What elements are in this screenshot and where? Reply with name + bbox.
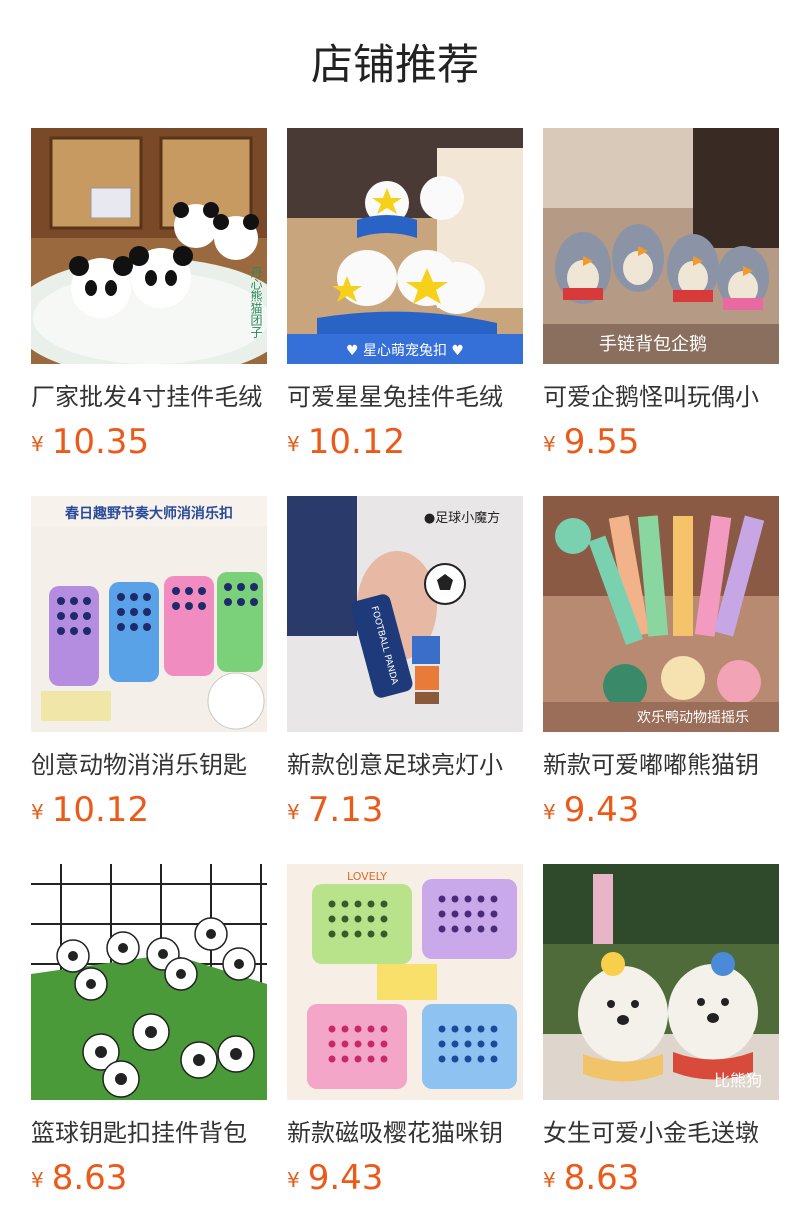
currency-symbol: ¥ xyxy=(287,1168,300,1192)
product-title[interactable]: 女生可爱小金毛送墩 xyxy=(543,1116,779,1150)
price-amount: 8.63 xyxy=(563,1158,640,1198)
product-price: ¥9.43 xyxy=(543,788,779,832)
product-image[interactable]: 春日趣野节奏大师消消乐扣 xyxy=(31,496,267,732)
product-price: ¥9.55 xyxy=(543,420,779,464)
product-image[interactable]: 比熊狗 xyxy=(543,864,779,1100)
product-title[interactable]: 篮球钥匙扣挂件背包 xyxy=(31,1116,267,1150)
product-image-caption: 春日趣野节奏大师消消乐扣 xyxy=(64,505,233,522)
product-image[interactable]: 欢乐鸭动物摇摇乐 xyxy=(543,496,779,732)
product-image-caption: 丹心熊猫团子 xyxy=(249,266,263,338)
price-amount: 9.55 xyxy=(563,422,640,462)
product-image[interactable]: ♥ 星心萌宠兔扣 ♥ xyxy=(287,128,523,364)
product-image-caption: ♥ 星心萌宠兔扣 ♥ xyxy=(346,343,464,359)
product-image-caption: 手链背包企鹅 xyxy=(599,334,707,355)
product-card[interactable]: 春日趣野节奏大师消消乐扣 创意动物消消乐钥匙 ¥ 10.12 xyxy=(31,496,267,864)
product-card[interactable]: 比熊狗 女生可爱小金毛送墩 ¥8.63 xyxy=(543,864,779,1232)
price-amount: 9.43 xyxy=(563,790,640,830)
product-price: ¥10.35 xyxy=(31,420,267,464)
product-card[interactable]: 手链背包企鹅 可爱企鹅怪叫玩偶小 ¥9.55 xyxy=(543,128,779,496)
product-price: ¥10.12 xyxy=(287,420,523,464)
product-price: ¥10.12 xyxy=(31,788,267,832)
product-card[interactable]: LOVELY 新款磁吸樱花猫咪钥 ¥9.43 xyxy=(287,864,523,1232)
product-price: ¥9.43 xyxy=(287,1156,523,1200)
product-title[interactable]: 新款创意足球亮灯小 xyxy=(287,748,523,782)
product-card[interactable]: ♥ 星心萌宠兔扣 ♥ 可爱星星兔挂件毛绒 ¥10.12 xyxy=(287,128,523,496)
product-title[interactable]: 创意动物消消乐钥匙 xyxy=(31,748,267,782)
product-image-caption: ●足球小魔方 xyxy=(424,510,500,526)
page-title: 店铺推荐 xyxy=(310,40,479,89)
product-image-caption: LOVELY xyxy=(347,870,387,883)
currency-symbol: ¥ xyxy=(543,432,556,456)
product-card[interactable]: 篮球钥匙扣挂件背包 ¥8.63 xyxy=(31,864,267,1232)
price-amount: 9.43 xyxy=(307,1158,384,1198)
product-card[interactable]: 欢乐鸭动物摇摇乐 新款可爱嘟嘟熊猫钥 ¥9.43 xyxy=(543,496,779,864)
product-image[interactable] xyxy=(31,864,267,1100)
product-image[interactable]: FOOTBALL PANDA ●足球小魔方 xyxy=(287,496,523,732)
price-amount: 7.13 xyxy=(307,790,384,830)
product-title[interactable]: 厂家批发4寸挂件毛绒 xyxy=(31,380,267,414)
currency-symbol: ¥ xyxy=(31,1168,44,1192)
currency-symbol: ¥ xyxy=(31,432,44,456)
currency-symbol: ¥ xyxy=(287,432,300,456)
product-price: ¥8.63 xyxy=(543,1156,779,1200)
product-image-caption: 欢乐鸭动物摇摇乐 xyxy=(637,710,749,726)
currency-symbol: ¥ xyxy=(287,800,300,824)
price-amount: 10.12 xyxy=(51,790,150,830)
price-amount: 10.35 xyxy=(51,422,150,462)
price-amount: 10.12 xyxy=(307,422,406,462)
product-card[interactable]: 丹心熊猫团子 厂家批发4寸挂件毛绒 ¥10.35 xyxy=(31,128,267,496)
product-image[interactable]: 丹心熊猫团子 xyxy=(31,128,267,364)
product-price: ¥8.63 xyxy=(31,1156,267,1200)
product-price: ¥7.13 xyxy=(287,788,523,832)
product-title[interactable]: 可爱企鹅怪叫玩偶小 xyxy=(543,380,779,414)
product-card[interactable]: FOOTBALL PANDA ●足球小魔方 新款创意足球亮灯小 ¥7.13 xyxy=(287,496,523,864)
product-title[interactable]: 新款可爱嘟嘟熊猫钥 xyxy=(543,748,779,782)
currency-symbol: ¥ xyxy=(543,1168,556,1192)
currency-symbol: ¥ xyxy=(31,800,44,824)
product-image-caption: 比熊狗 xyxy=(714,1071,762,1090)
product-image[interactable]: LOVELY xyxy=(287,864,523,1100)
product-grid: 丹心熊猫团子 厂家批发4寸挂件毛绒 ¥10.35 ♥ 星心萌宠兔扣 ♥ 可爱星星… xyxy=(31,128,779,1232)
price-amount: 8.63 xyxy=(51,1158,128,1198)
currency-symbol: ¥ xyxy=(543,800,556,824)
product-image[interactable]: 手链背包企鹅 xyxy=(543,128,779,364)
product-title[interactable]: 可爱星星兔挂件毛绒 xyxy=(287,380,523,414)
product-title[interactable]: 新款磁吸樱花猫咪钥 xyxy=(287,1116,523,1150)
